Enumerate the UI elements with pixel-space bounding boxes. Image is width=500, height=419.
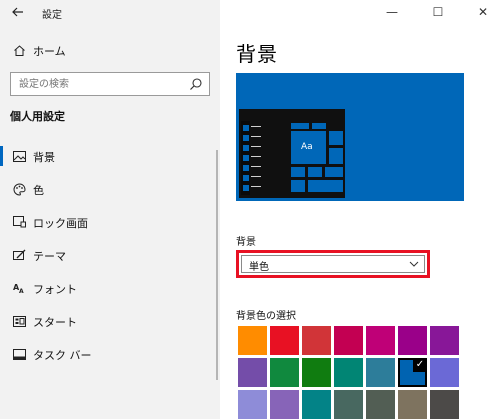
preview-tile-text: Aa (301, 142, 313, 152)
preview-desktop-window: Aa (239, 109, 345, 198)
background-color-label: 背景色の選択 (236, 311, 296, 322)
color-swatch[interactable] (398, 326, 427, 355)
page-title: 背景 (236, 42, 278, 66)
color-swatch[interactable] (398, 390, 427, 419)
maximize-button[interactable]: ☐ (428, 4, 448, 20)
color-swatch[interactable] (302, 326, 331, 355)
close-button[interactable]: ✕ (473, 4, 493, 20)
start-icon (12, 314, 26, 328)
back-arrow-icon (12, 7, 23, 17)
palette-icon (12, 182, 26, 196)
sidebar-item-label: フォント (33, 283, 77, 296)
background-label: 背景 (236, 237, 256, 248)
sidebar-item-label: スタート (33, 316, 77, 329)
color-swatch[interactable] (238, 390, 267, 419)
preview-tile: Aa (291, 131, 326, 164)
chevron-down-icon (409, 261, 419, 267)
color-swatch[interactable] (430, 326, 459, 355)
sidebar-item-label: ホーム (33, 45, 66, 58)
sidebar-item-home[interactable]: ホーム (0, 40, 220, 60)
dropdown-value: 単色 (249, 262, 269, 273)
color-swatch[interactable] (430, 358, 459, 387)
color-swatch[interactable] (270, 390, 299, 419)
color-swatch[interactable] (334, 326, 363, 355)
color-swatch-selected[interactable]: ✓ (398, 358, 427, 387)
font-icon: AA (12, 281, 26, 295)
sidebar-item-start[interactable]: スタート (0, 309, 215, 333)
color-swatch[interactable] (366, 358, 395, 387)
picture-icon (12, 149, 26, 163)
color-swatch[interactable] (302, 358, 331, 387)
dropdown-box[interactable]: 単色 (241, 255, 425, 273)
background-type-dropdown[interactable]: 単色 (236, 250, 430, 278)
sidebar-item-color[interactable]: 色 (0, 177, 215, 201)
search-icon[interactable] (189, 77, 203, 91)
sidebar-item-label: ロック画面 (33, 217, 88, 230)
sidebar-item-background[interactable]: 背景 (0, 144, 215, 168)
sidebar-item-taskbar[interactable]: タスク バー (0, 342, 215, 366)
checkmark-icon: ✓ (413, 358, 427, 372)
color-swatch-grid: ✓ (238, 326, 462, 419)
svg-text:A: A (19, 288, 24, 294)
search-box[interactable] (10, 72, 210, 96)
color-swatch[interactable] (302, 390, 331, 419)
color-swatch[interactable] (238, 358, 267, 387)
sidebar-item-label: 色 (33, 184, 44, 197)
sidebar-item-font[interactable]: AA フォント (0, 276, 215, 300)
back-button[interactable] (10, 5, 26, 21)
color-swatch[interactable] (334, 358, 363, 387)
color-swatch[interactable] (270, 358, 299, 387)
color-swatch[interactable] (238, 326, 267, 355)
title-bar: 設定 (0, 0, 220, 26)
app-title: 設定 (42, 10, 62, 21)
sidebar-item-label: 背景 (33, 151, 55, 164)
section-title: 個人用設定 (10, 110, 65, 123)
sidebar-item-label: テーマ (33, 250, 66, 263)
color-swatch[interactable] (334, 390, 363, 419)
main-panel: — ☐ ✕ 背景 Aa 背景 単色 背景色の選択 ✓ (221, 0, 500, 419)
sidebar-item-theme[interactable]: テーマ (0, 243, 215, 267)
home-icon (12, 43, 26, 57)
sidebar-item-label: タスク バー (33, 349, 92, 362)
taskbar-icon (12, 347, 26, 361)
sidebar-scrollbar[interactable] (216, 150, 218, 380)
color-swatch[interactable] (366, 390, 395, 419)
theme-icon (12, 248, 26, 262)
search-input[interactable] (19, 77, 179, 91)
color-swatch[interactable] (430, 390, 459, 419)
minimize-button[interactable]: — (382, 4, 402, 20)
color-swatch[interactable] (366, 326, 395, 355)
sidebar: 設定 ホーム 個人用設定 背景 色 ロック画面 テーマ (0, 0, 220, 419)
lock-screen-icon (12, 215, 26, 229)
background-preview: Aa (236, 73, 464, 201)
preview-start-list (241, 121, 261, 195)
sidebar-item-lock-screen[interactable]: ロック画面 (0, 210, 215, 234)
color-swatch[interactable] (270, 326, 299, 355)
